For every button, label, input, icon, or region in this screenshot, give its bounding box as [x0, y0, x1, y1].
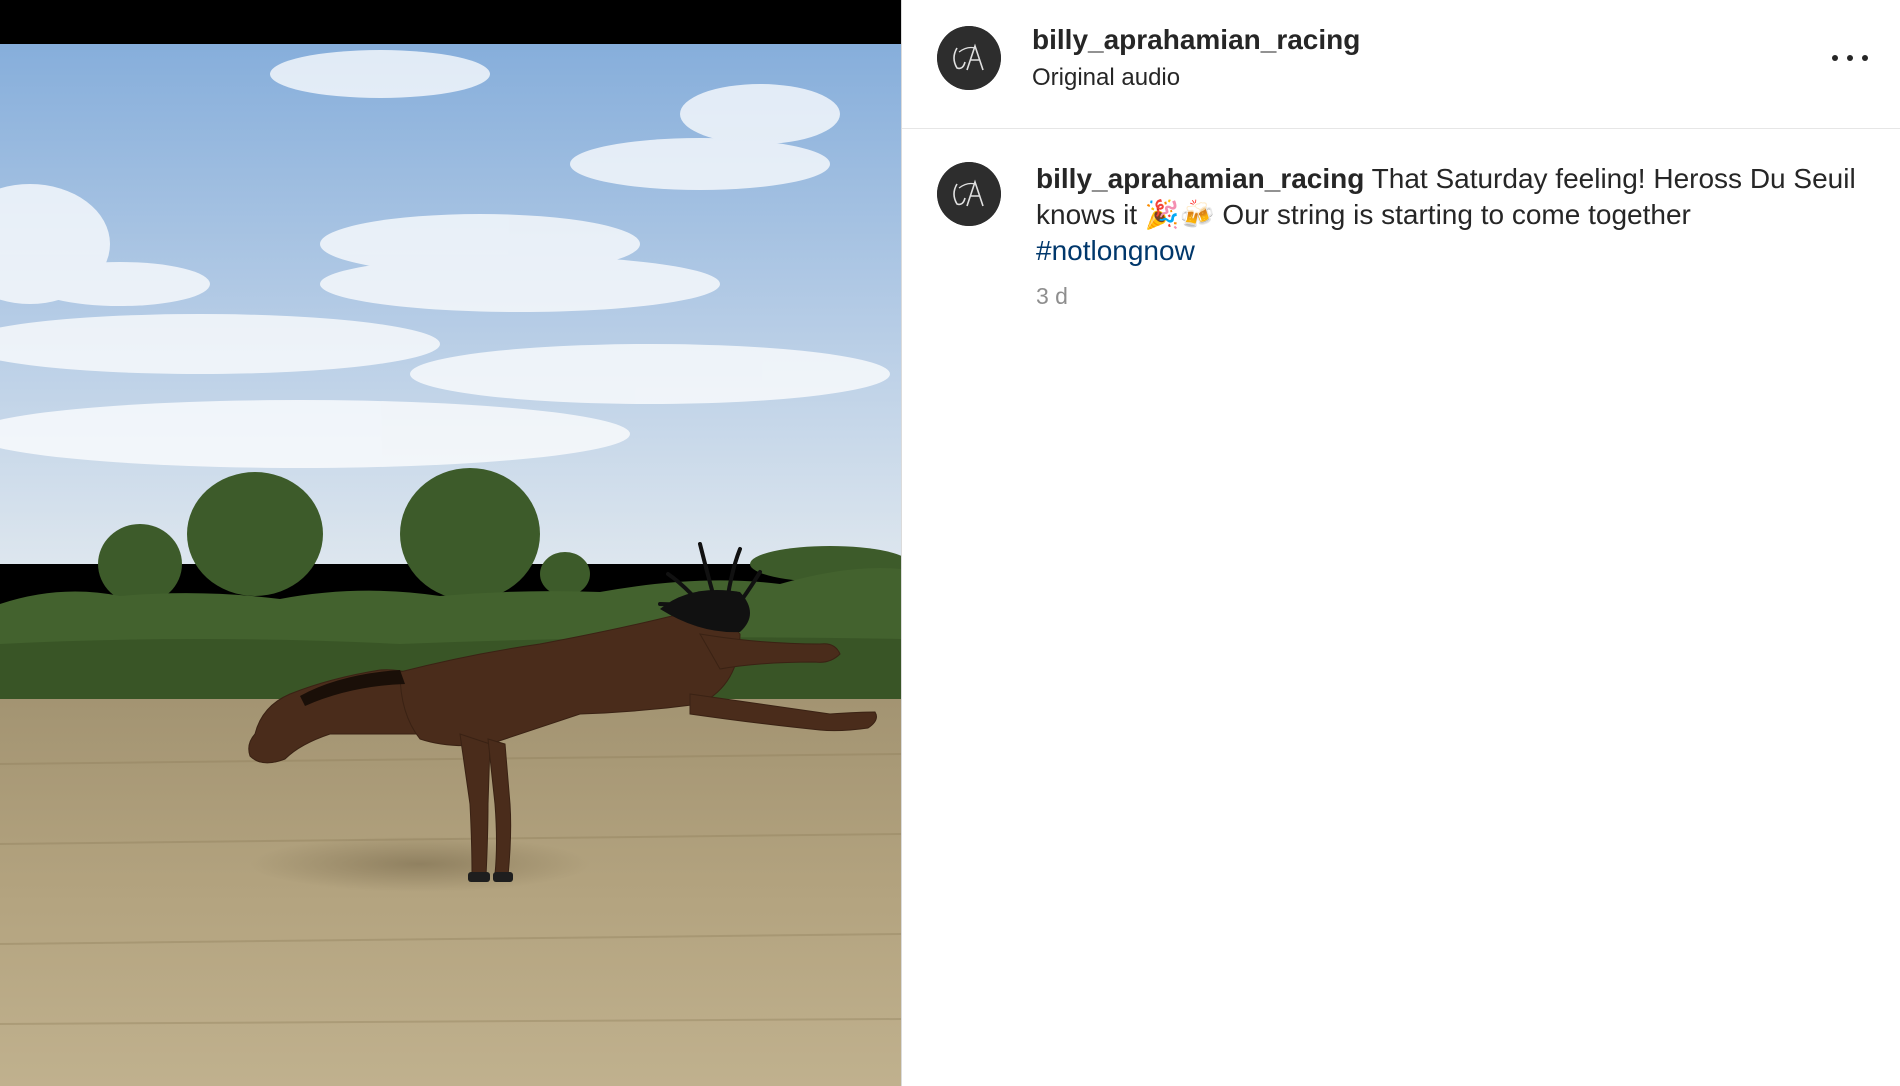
post-header: billy_aprahamian_racing Original audio [902, 0, 1900, 129]
caption-avatar[interactable] [937, 162, 1001, 226]
audio-link[interactable]: Original audio [1032, 64, 1180, 92]
caption-text: billy_aprahamian_racing That Saturday fe… [1036, 161, 1856, 269]
more-options-icon[interactable] [1830, 42, 1870, 72]
media-letterbox [0, 0, 901, 44]
profile-avatar[interactable] [937, 26, 1001, 90]
avatar-monogram-icon [937, 26, 1001, 90]
horse-photo [0, 44, 901, 1086]
caption-username[interactable]: billy_aprahamian_racing [1036, 163, 1364, 194]
header-username[interactable]: billy_aprahamian_racing [1032, 24, 1360, 56]
avatar-monogram-icon [937, 162, 1001, 226]
post-media[interactable] [0, 0, 901, 1086]
post-details-panel: billy_aprahamian_racing Original audio b… [901, 0, 1900, 1086]
post-timestamp[interactable]: 3 d [1036, 283, 1068, 310]
hashtag-link[interactable]: #notlongnow [1036, 235, 1195, 266]
